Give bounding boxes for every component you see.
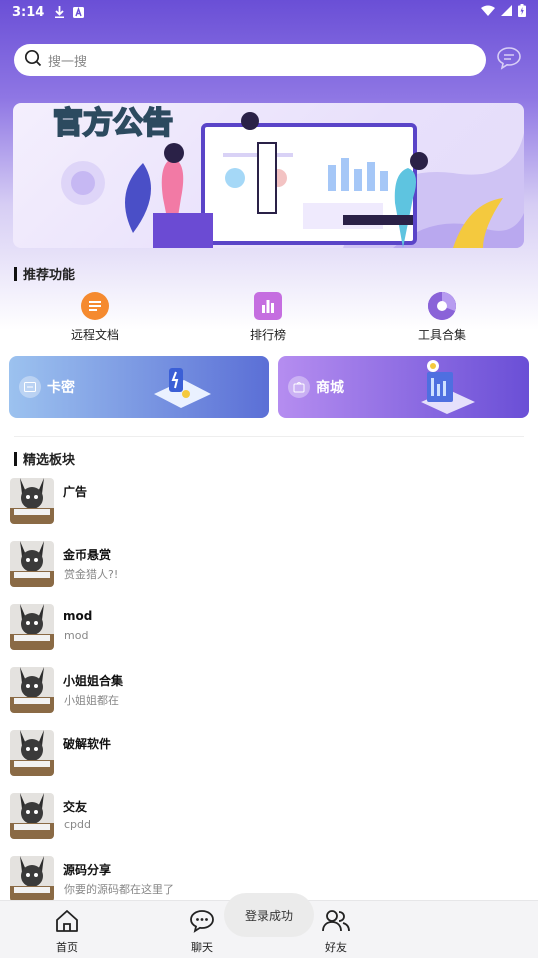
board-avatar [10,541,54,587]
banner-title: 官方公告 [53,106,173,141]
search-bar[interactable]: 搜一搜 [14,44,486,76]
search-icon [24,49,42,71]
board-title: 破解软件 [63,737,112,751]
banner-illustration: 官方公告 [52,105,524,248]
app-notification-icon [73,6,85,18]
feature-label: 排行榜 [249,328,286,342]
nav-home[interactable]: 首页 [37,909,97,955]
section-divider [14,436,524,437]
board-title: 小姐姐合集 [63,674,124,688]
board-subtitle: 你要的源码都在这里了 [64,883,174,896]
home-icon [54,910,80,937]
board-item-dating[interactable]: 交友 cpdd [0,787,538,850]
pie-chart-icon [428,292,456,320]
board-avatar [10,730,54,776]
messages-button[interactable] [495,46,523,74]
nav-friends-label: 好友 [325,941,347,954]
board-title: 源码分享 [63,863,112,877]
board-item-ads[interactable]: 广告 [0,472,538,535]
status-bar: 3:14 [0,0,538,24]
card-key-label: 卡密 [47,380,75,396]
board-item-girls[interactable]: 小姐姐合集 小姐姐都在 [0,661,538,724]
status-time: 3:14 [12,4,45,20]
chat-icon [189,910,215,937]
board-title: mod [63,609,93,623]
featured-title-text: 精选板块 [23,453,76,468]
board-item-mod[interactable]: mod mod [0,598,538,661]
board-avatar [10,478,54,524]
search-placeholder: 搜一搜 [48,54,88,70]
announcement-banner[interactable]: 官方公告 [13,103,524,248]
board-item-cracked-software[interactable]: 破解软件 [0,724,538,787]
card-shop-label: 商城 [316,380,344,396]
board-title: 广告 [63,485,88,499]
download-icon [54,6,65,18]
feature-remote-docs[interactable]: 远程文档 [35,292,155,343]
nav-friends[interactable]: 好友 [306,909,366,955]
board-title: 交友 [63,800,88,814]
board-subtitle: mod [64,629,89,642]
signal-icon [501,4,512,20]
board-avatar [10,793,54,839]
board-subtitle: cpdd [64,818,91,831]
wifi-icon [481,5,495,20]
login-success-toast: 登录成功 [224,893,314,937]
board-avatar [10,667,54,713]
board-item-bounty[interactable]: 金币悬赏 赏金猎人?! [0,535,538,598]
nav-home-label: 首页 [56,941,78,954]
friends-icon [322,910,350,937]
card-shop-button[interactable]: 商城 [278,356,529,418]
battery-icon [518,3,526,21]
document-icon [81,292,109,320]
nav-chat[interactable]: 聊天 [172,909,232,955]
bar-chart-icon [254,292,282,320]
card-icon [19,376,41,398]
board-subtitle: 小姐姐都在 [64,694,119,707]
feature-label: 工具合集 [417,328,466,342]
featured-section-title: 精选板块 [14,449,75,468]
laptop-illustration [421,360,475,414]
recommended-section-title: 推荐功能 [14,264,75,283]
board-title: 金币悬赏 [63,548,112,562]
recommended-title-text: 推荐功能 [23,268,76,283]
key-card-illustration [154,368,211,408]
chat-bubble-icon [496,46,522,74]
board-avatar [10,856,54,902]
feature-tools[interactable]: 工具合集 [382,292,502,343]
shopping-bag-icon [288,376,310,398]
board-subtitle: 赏金猎人?! [64,568,119,581]
card-key-button[interactable]: 卡密 [9,356,269,418]
feature-label: 远程文档 [70,328,119,342]
nav-chat-label: 聊天 [191,941,213,954]
feature-ranking[interactable]: 排行榜 [208,292,328,343]
board-avatar [10,604,54,650]
